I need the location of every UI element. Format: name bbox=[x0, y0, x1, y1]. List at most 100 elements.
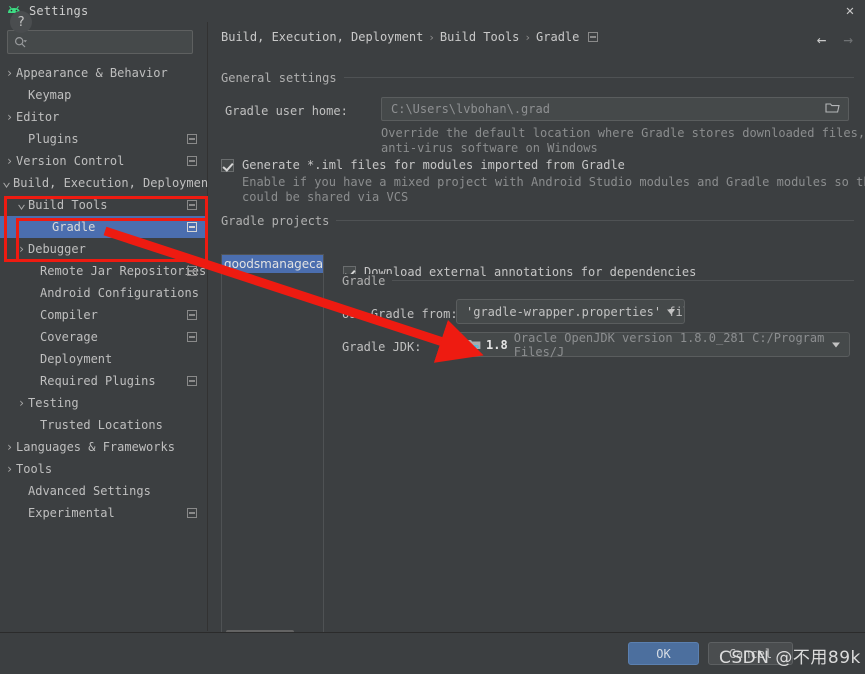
sidebar-item-build-execution-deployment[interactable]: ⌄ Build, Execution, Deployment bbox=[0, 170, 215, 196]
chevron-right-icon[interactable]: › bbox=[15, 392, 28, 414]
folder-icon[interactable] bbox=[825, 101, 840, 117]
generate-iml-checkbox[interactable] bbox=[221, 159, 234, 172]
sidebar-item-trusted-locations[interactable]: Trusted Locations bbox=[0, 414, 207, 436]
settings-content-pane: Build, Execution, Deployment › Build Too… bbox=[208, 22, 865, 643]
section-divider bbox=[318, 77, 854, 78]
sidebar-item-label: Plugins bbox=[28, 132, 79, 146]
modified-badge-icon[interactable] bbox=[588, 32, 599, 42]
general-settings-section-label: General settings bbox=[221, 71, 344, 85]
sidebar-item-label: Compiler bbox=[40, 308, 98, 322]
use-gradle-from-value: 'gradle-wrapper.properties' file bbox=[466, 304, 684, 319]
sidebar-item-experimental[interactable]: Experimental bbox=[0, 502, 207, 524]
sidebar-item-keymap[interactable]: Keymap bbox=[0, 84, 207, 106]
back-icon[interactable]: ← bbox=[817, 32, 827, 48]
sidebar-item-label: Editor bbox=[16, 110, 60, 124]
sidebar-item-testing[interactable]: › Testing bbox=[0, 392, 207, 414]
chevron-down-icon[interactable]: ⌄ bbox=[15, 192, 28, 218]
gradle-user-home-label: Gradle user home: bbox=[225, 104, 348, 118]
chevron-down-icon[interactable]: ⌄ bbox=[0, 170, 13, 196]
sidebar-item-label: Gradle bbox=[52, 220, 96, 234]
sidebar-item-label: Languages & Frameworks bbox=[16, 440, 175, 454]
sidebar-item-label: Keymap bbox=[28, 88, 72, 102]
modified-badge-icon bbox=[187, 156, 197, 166]
modified-badge-icon bbox=[187, 376, 197, 386]
gradle-user-home-hint-2: anti-virus software on Windows bbox=[381, 141, 598, 155]
sidebar-item-required-plugins[interactable]: Required Plugins bbox=[0, 370, 207, 392]
sidebar-item-editor[interactable]: › Editor bbox=[0, 106, 207, 128]
generate-iml-checkbox-row[interactable]: Generate *.iml files for modules importe… bbox=[221, 158, 625, 172]
search-box[interactable] bbox=[7, 30, 193, 54]
chevron-down-icon bbox=[667, 309, 675, 314]
generate-iml-label: Generate *.iml files for modules importe… bbox=[242, 158, 625, 172]
sidebar-item-label: Deployment bbox=[40, 352, 113, 366]
sidebar-item-tools[interactable]: › Tools bbox=[0, 458, 207, 480]
sidebar-item-compiler[interactable]: Compiler bbox=[0, 304, 207, 326]
modified-badge-icon bbox=[187, 200, 197, 210]
chevron-right-icon[interactable]: › bbox=[15, 238, 28, 260]
sidebar-item-version-control[interactable]: › Version Control bbox=[0, 150, 207, 172]
sidebar-item-gradle[interactable]: Gradle bbox=[0, 216, 207, 238]
gradle-jdk-dropdown[interactable]: 1.8 Oracle OpenJDK version 1.8.0_281 C:/… bbox=[456, 330, 850, 359]
java-folder-icon bbox=[466, 338, 481, 351]
breadcrumb-separator: › bbox=[428, 30, 435, 44]
breadcrumb-part-1[interactable]: Build Tools bbox=[440, 30, 519, 44]
settings-tree: › Appearance & Behavior Keymap › Editor Plugi… bbox=[0, 62, 215, 524]
sidebar-item-label: Debugger bbox=[28, 242, 86, 256]
search-input[interactable] bbox=[31, 34, 175, 50]
chevron-right-icon[interactable]: › bbox=[3, 458, 16, 480]
settings-dialog: Settings ✕ › Appearance & Behavior Keymap ›… bbox=[0, 0, 865, 674]
gradle-jdk-description: Oracle OpenJDK version 1.8.0_281 C:/Prog… bbox=[513, 330, 825, 359]
sidebar-item-build-tools[interactable]: ⌄ Build Tools bbox=[0, 194, 207, 216]
modified-badge-icon bbox=[187, 310, 197, 320]
download-annotations-label: Download external annotations for depend… bbox=[364, 265, 697, 279]
chevron-right-icon[interactable]: › bbox=[3, 62, 16, 84]
sidebar-item-label: Appearance & Behavior bbox=[16, 66, 168, 80]
sidebar-item-debugger[interactable]: › Debugger bbox=[0, 238, 207, 260]
gradle-projects-section-label: Gradle projects bbox=[221, 214, 337, 228]
sidebar-item-appearance-behavior[interactable]: › Appearance & Behavior bbox=[0, 62, 207, 84]
sidebar-item-label: Coverage bbox=[40, 330, 98, 344]
sidebar-item-coverage[interactable]: Coverage bbox=[0, 326, 207, 348]
section-divider bbox=[388, 280, 854, 281]
chevron-right-icon[interactable]: › bbox=[3, 106, 16, 128]
chevron-right-icon[interactable]: › bbox=[3, 150, 16, 172]
breadcrumb-part-0[interactable]: Build, Execution, Deployment bbox=[221, 30, 423, 44]
close-icon[interactable]: ✕ bbox=[841, 2, 859, 20]
sidebar-item-label: Advanced Settings bbox=[28, 484, 151, 498]
sidebar-item-label: Testing bbox=[28, 396, 79, 410]
breadcrumb: Build, Execution, Deployment › Build Too… bbox=[221, 30, 599, 44]
cancel-button[interactable]: Cancel bbox=[708, 642, 793, 665]
chevron-right-icon[interactable]: › bbox=[3, 436, 16, 458]
generate-iml-hint-1: Enable if you have a mixed project with … bbox=[242, 175, 865, 189]
use-gradle-from-label: Use Gradle from: bbox=[342, 307, 458, 321]
sidebar-item-plugins[interactable]: Plugins bbox=[0, 128, 207, 150]
gradle-jdk-label: Gradle JDK: bbox=[342, 340, 422, 354]
sidebar-item-deployment[interactable]: Deployment bbox=[0, 348, 207, 370]
gradle-projects-list[interactable]: goodsmanagecabin bbox=[221, 254, 324, 643]
chevron-down-icon bbox=[832, 342, 840, 347]
gradle-user-home-hint-1: Override the default location where Grad… bbox=[381, 126, 865, 140]
modified-badge-icon bbox=[187, 222, 197, 232]
sidebar-item-android-configurations[interactable]: Android Configurations bbox=[0, 282, 207, 304]
download-annotations-checkbox-row[interactable]: Download external annotations for depend… bbox=[343, 265, 696, 279]
ok-button[interactable]: OK bbox=[628, 642, 699, 665]
sidebar-item-languages-frameworks[interactable]: › Languages & Frameworks bbox=[0, 436, 207, 458]
gradle-user-home-field[interactable]: C:\Users\lvbohan\.grad bbox=[381, 97, 849, 121]
sidebar-item-advanced-settings[interactable]: Advanced Settings bbox=[0, 480, 207, 502]
sidebar-item-label: Experimental bbox=[28, 506, 115, 520]
forward-icon[interactable]: → bbox=[843, 32, 853, 48]
list-item[interactable]: goodsmanagecabin bbox=[222, 255, 323, 273]
use-gradle-from-dropdown[interactable]: 'gradle-wrapper.properties' file bbox=[456, 299, 685, 324]
sidebar-item-remote-jar-repositories[interactable]: Remote Jar Repositories bbox=[0, 260, 207, 282]
breadcrumb-part-2[interactable]: Gradle bbox=[536, 30, 579, 44]
help-button[interactable]: ? bbox=[10, 11, 32, 33]
